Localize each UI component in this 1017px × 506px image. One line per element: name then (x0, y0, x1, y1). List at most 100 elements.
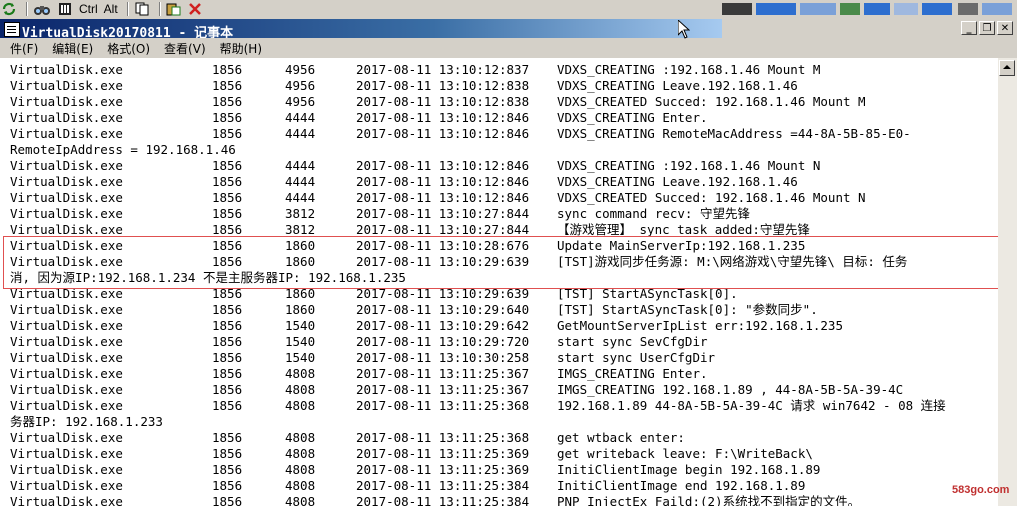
log-timestamp: 2017-08-11 13:11:25:384 (356, 478, 530, 493)
log-line: VirtualDisk.exe 1856 3812 2017-08-11 13:10:… (0, 222, 996, 238)
log-tid: 1860 (285, 238, 316, 253)
copy-icon[interactable] (133, 1, 151, 17)
menu-help[interactable]: 帮助(H) (220, 40, 262, 57)
log-continuation-line: RemoteIpAddress = 192.168.1.46 (0, 142, 996, 158)
log-timestamp: 2017-08-11 13:10:12:846 (356, 126, 530, 141)
log-tid: 4808 (285, 478, 316, 493)
log-process: VirtualDisk.exe (10, 286, 123, 301)
log-line: VirtualDisk.exe 1856 4808 2017-08-11 13:11:… (0, 382, 996, 398)
log-message: start sync SevCfgDir (557, 334, 708, 349)
log-line: VirtualDisk.exe 1856 1540 2017-08-11 13:10:… (0, 350, 996, 366)
close-button[interactable]: ✕ (997, 21, 1013, 35)
log-line: VirtualDisk.exe 1856 1540 2017-08-11 13:10:… (0, 334, 996, 350)
log-message: InitiClientImage begin 192.168.1.89 (557, 462, 821, 477)
log-tid: 4444 (285, 190, 316, 205)
log-process: VirtualDisk.exe (10, 78, 123, 93)
alt-key-button[interactable]: Alt (103, 1, 119, 17)
log-pid: 1856 (212, 190, 243, 205)
scroll-up-button[interactable] (999, 60, 1015, 76)
log-timestamp: 2017-08-11 13:10:12:838 (356, 94, 530, 109)
menu-view[interactable]: 查看(V) (164, 40, 206, 57)
log-timestamp: 2017-08-11 13:10:29:639 (356, 286, 530, 301)
log-process: VirtualDisk.exe (10, 62, 123, 77)
paste-icon[interactable] (165, 1, 183, 17)
log-tid: 4808 (285, 430, 316, 445)
log-timestamp: 2017-08-11 13:10:12:846 (356, 174, 530, 189)
top-toolbar: Ctrl Alt (0, 0, 1017, 18)
log-line: VirtualDisk.exe 1856 1860 2017-08-11 13:10:… (0, 302, 996, 318)
log-continuation-text: 消, 因为源IP:192.168.1.234 不是主服务器IP: 192.168… (10, 270, 406, 285)
log-line: VirtualDisk.exe 1856 1860 2017-08-11 13:10:… (0, 254, 996, 270)
log-message: 192.168.1.89 44-8A-5B-5A-39-4C 请求 win764… (557, 398, 946, 413)
vertical-scrollbar[interactable] (998, 58, 1017, 506)
log-line: VirtualDisk.exe 1856 4808 2017-08-11 13:11:… (0, 478, 996, 494)
log-continuation-line: 务器IP: 192.168.1.233 (0, 414, 996, 430)
log-pid: 1856 (212, 254, 243, 269)
log-tid: 4444 (285, 158, 316, 173)
log-tid: 1860 (285, 286, 316, 301)
log-message: VDXS_CREATING Leave.192.168.1.46 (557, 78, 798, 93)
log-pid: 1856 (212, 318, 243, 333)
log-timestamp: 2017-08-11 13:10:30:258 (356, 350, 530, 365)
ctrl-key-button[interactable]: Ctrl (78, 1, 99, 17)
log-pid: 1856 (212, 462, 243, 477)
log-tid: 4808 (285, 398, 316, 413)
log-line: VirtualDisk.exe 1856 4444 2017-08-11 13:10:… (0, 126, 996, 142)
log-tid: 4808 (285, 382, 316, 397)
text-editor[interactable]: VirtualDisk.exe 1856 4956 2017-08-11 13:10:… (0, 58, 1017, 506)
log-process: VirtualDisk.exe (10, 206, 123, 221)
book-icon[interactable] (56, 1, 74, 17)
log-process: VirtualDisk.exe (10, 382, 123, 397)
log-tid: 4956 (285, 94, 316, 109)
log-message: VDXS_CREATED Succed: 192.168.1.46 Mount … (557, 190, 866, 205)
refresh-icon[interactable] (0, 1, 18, 17)
log-process: VirtualDisk.exe (10, 334, 123, 349)
log-line: VirtualDisk.exe 1856 3812 2017-08-11 13:10:… (0, 206, 996, 222)
log-message: get wtback enter: (557, 430, 685, 445)
log-tid: 4808 (285, 494, 316, 506)
log-timestamp: 2017-08-11 13:10:12:846 (356, 190, 530, 205)
log-pid: 1856 (212, 430, 243, 445)
log-message: GetMountServerIpList err:192.168.1.235 (557, 318, 843, 333)
log-message: [TST] StartASyncTask[0]: "参数同步". (557, 302, 818, 317)
log-process: VirtualDisk.exe (10, 430, 123, 445)
log-tid: 4956 (285, 62, 316, 77)
log-message: [TST]游戏同步任务源: M:\网络游戏\守望先锋\ 目标: 任务 (557, 254, 908, 269)
log-process: VirtualDisk.exe (10, 174, 123, 189)
log-line: VirtualDisk.exe 1856 4956 2017-08-11 13:10:… (0, 94, 996, 110)
menu-edit[interactable]: 编辑(E) (52, 40, 93, 57)
log-continuation-text: RemoteIpAddress = 192.168.1.46 (10, 142, 236, 157)
log-line: VirtualDisk.exe 1856 4444 2017-08-11 13:10:… (0, 174, 996, 190)
log-process: VirtualDisk.exe (10, 366, 123, 381)
log-tid: 4444 (285, 110, 316, 125)
log-process: VirtualDisk.exe (10, 478, 123, 493)
log-pid: 1856 (212, 334, 243, 349)
log-pid: 1856 (212, 478, 243, 493)
log-timestamp: 2017-08-11 13:11:25:369 (356, 446, 530, 461)
menu-file[interactable]: 件(F) (10, 40, 38, 57)
log-pid: 1856 (212, 302, 243, 317)
log-timestamp: 2017-08-11 13:11:25:369 (356, 462, 530, 477)
log-message: start sync UserCfgDir (557, 350, 716, 365)
window-controls: _ ❐ ✕ (959, 21, 1013, 35)
log-process: VirtualDisk.exe (10, 318, 123, 333)
log-process: VirtualDisk.exe (10, 238, 123, 253)
menu-format[interactable]: 格式(O) (107, 40, 150, 57)
log-pid: 1856 (212, 494, 243, 506)
log-process: VirtualDisk.exe (10, 158, 123, 173)
log-timestamp: 2017-08-11 13:11:25:367 (356, 366, 530, 381)
title-bar: VirtualDisk20170811 - 记事本 _ ❐ ✕ (0, 18, 1017, 41)
log-process: VirtualDisk.exe (10, 254, 123, 269)
minimize-button[interactable]: _ (961, 21, 977, 35)
log-tid: 1540 (285, 318, 316, 333)
binoculars-icon[interactable] (32, 1, 52, 17)
log-text[interactable]: VirtualDisk.exe 1856 4956 2017-08-11 13:10:… (0, 62, 996, 506)
log-timestamp: 2017-08-11 13:10:12:838 (356, 78, 530, 93)
log-line: VirtualDisk.exe 1856 4808 2017-08-11 13:11:… (0, 366, 996, 382)
close-red-icon[interactable] (187, 1, 203, 17)
log-message: IMGS_CREATING 192.168.1.89 , 44-8A-5B-5A… (557, 382, 904, 397)
log-pid: 1856 (212, 158, 243, 173)
log-pid: 1856 (212, 206, 243, 221)
restore-button[interactable]: ❐ (979, 21, 995, 35)
log-pid: 1856 (212, 446, 243, 461)
